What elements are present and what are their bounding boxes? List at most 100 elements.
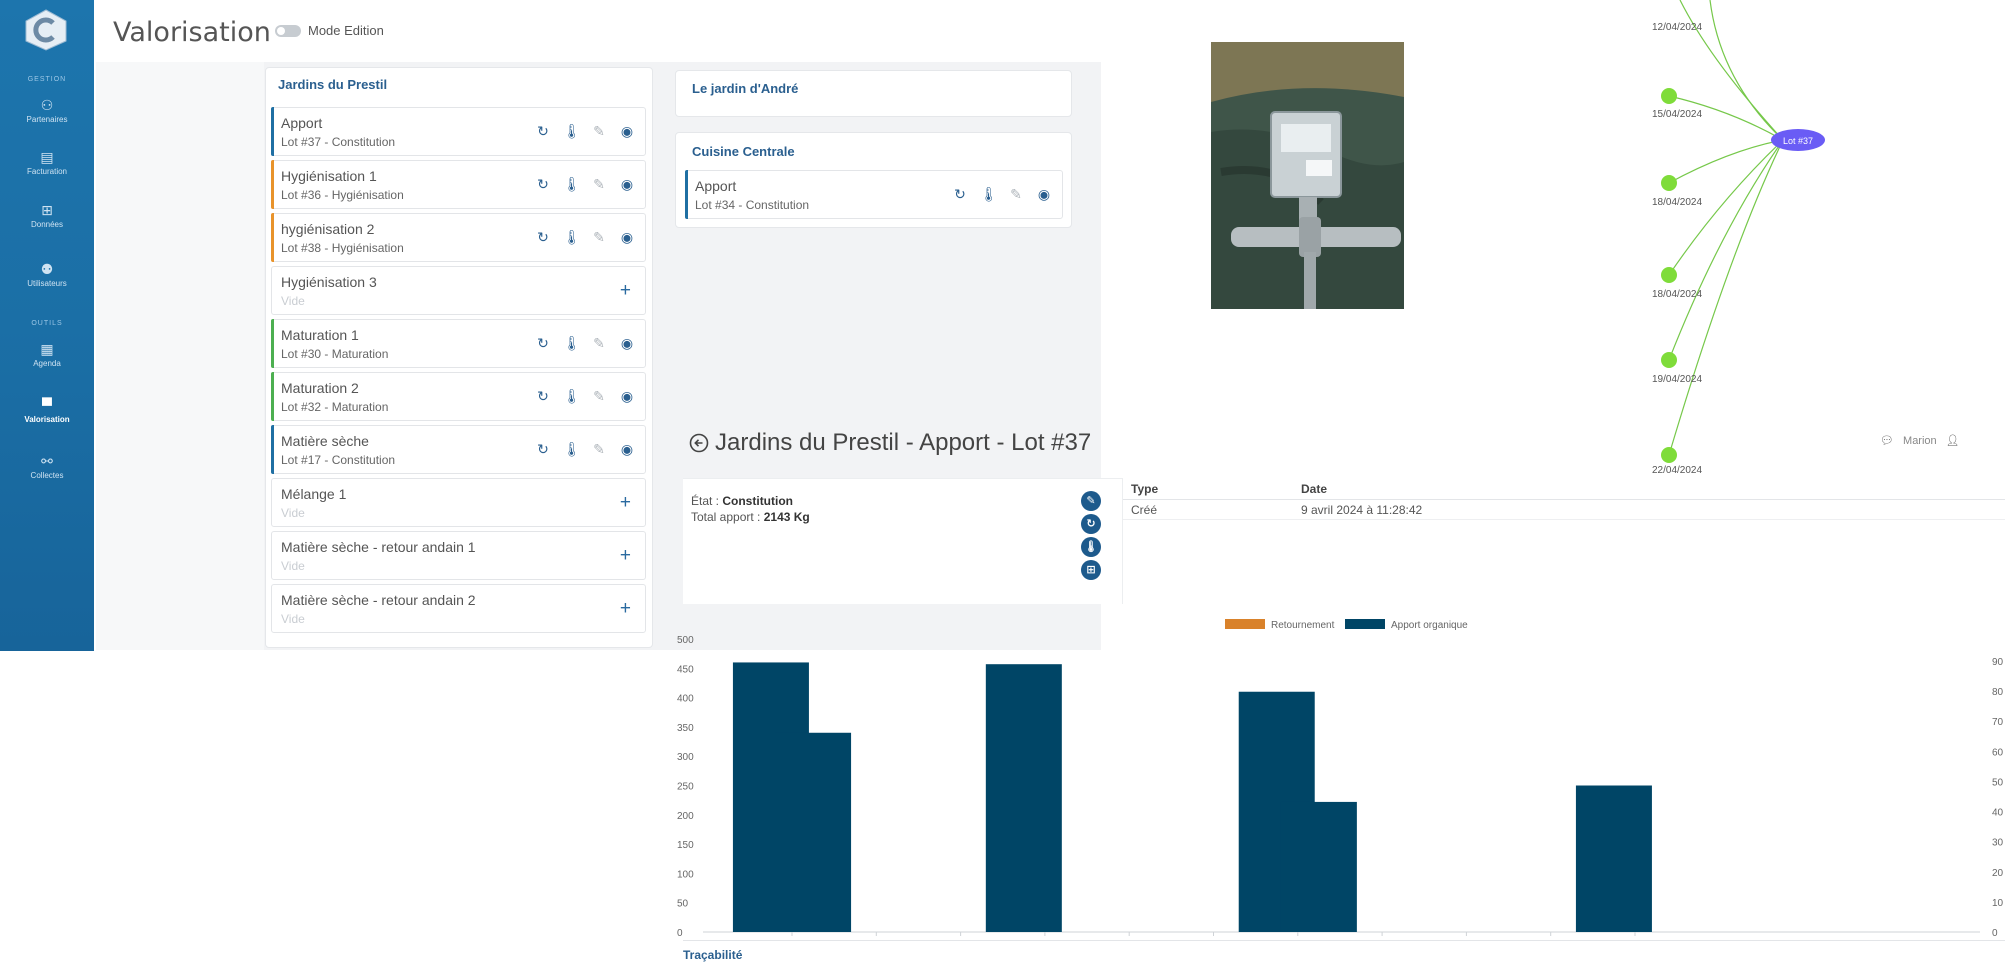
graph-node[interactable]	[1661, 88, 1677, 104]
column-header-date[interactable]: Date	[1301, 482, 1327, 496]
lot-card[interactable]: Maturation 1 Lot #30 - Maturation ↻ 🌡︎ ✎…	[271, 319, 646, 368]
add-lot-button[interactable]: +	[620, 599, 631, 618]
lot-card-empty[interactable]: Mélange 1 Vide +	[271, 478, 646, 527]
y2-tick-label: 90	[1992, 657, 2004, 668]
add-lot-button[interactable]: +	[620, 493, 631, 512]
app-logo-icon[interactable]	[22, 8, 70, 52]
lot-card[interactable]: Hygiénisation 1 Lot #36 - Hygiénisation …	[271, 160, 646, 209]
y2-tick-label: 40	[1992, 808, 2004, 819]
turn-icon[interactable]: ↻	[535, 123, 551, 139]
add-lot-button[interactable]: +	[620, 546, 631, 565]
thermometer-icon[interactable]: 🌡︎	[563, 388, 581, 404]
lot-card[interactable]: Maturation 2 Lot #32 - Maturation ↻ 🌡︎ ✎…	[271, 372, 646, 421]
graph-node[interactable]	[1661, 267, 1677, 283]
edit-icon[interactable]: ✎	[591, 229, 607, 245]
lot-detail: Vide	[281, 559, 305, 573]
turn-icon[interactable]: ↻	[535, 441, 551, 457]
lot-card-empty[interactable]: Hygiénisation 3 Vide +	[271, 266, 646, 315]
turn-icon[interactable]: ↻	[535, 176, 551, 192]
sidebar-item-partenaires[interactable]: ⚇ Partenaires	[0, 98, 94, 140]
cell-date: 9 avril 2024 à 11:28:42	[1301, 503, 1423, 517]
lot-detail: Lot #38 - Hygiénisation	[281, 241, 404, 255]
lot-name: Hygiénisation 1	[281, 168, 377, 184]
eye-icon[interactable]: ◉	[619, 123, 635, 139]
edit-icon[interactable]: ✎	[591, 123, 607, 139]
temperature-button[interactable]: 🌡︎	[1081, 537, 1101, 557]
lot-name: Hygiénisation 3	[281, 274, 377, 290]
sidebar-item-agenda[interactable]: ▦ Agenda	[0, 342, 94, 384]
user-name: Marion	[1903, 435, 1937, 447]
column-header-type[interactable]: Type	[1131, 482, 1158, 496]
bar-apport-organique	[985, 664, 1062, 932]
lot-card-empty[interactable]: Matière sèche - retour andain 2 Vide +	[271, 584, 646, 633]
lot-card-empty[interactable]: Matière sèche - retour andain 1 Vide +	[271, 531, 646, 580]
turn-icon[interactable]: ↻	[535, 335, 551, 351]
thermometer-icon[interactable]: 🌡︎	[563, 176, 581, 192]
thermometer-icon[interactable]: 🌡︎	[563, 335, 581, 351]
edit-icon[interactable]: ✎	[591, 388, 607, 404]
lot-state: État : Constitution	[691, 494, 794, 508]
edit-icon[interactable]: ✎	[1008, 186, 1024, 202]
lot-card[interactable]: hygiénisation 2 Lot #38 - Hygiénisation …	[271, 213, 646, 262]
eye-icon[interactable]: ◉	[1036, 186, 1052, 202]
thermometer-icon[interactable]: 🌡︎	[563, 229, 581, 245]
column-title: Jardins du Prestil	[278, 77, 388, 92]
y-tick-label: 100	[677, 869, 694, 880]
turn-icon[interactable]: ↻	[952, 186, 968, 202]
eye-icon[interactable]: ◉	[619, 229, 635, 245]
lot-name: Matière sèche - retour andain 1	[281, 539, 476, 555]
lot-total: Total apport : 2143 Kg	[691, 510, 810, 524]
lot-card[interactable]: Apport Lot #34 - Constitution ↻ 🌡︎ ✎ ◉	[685, 170, 1063, 219]
y2-tick-label: 80	[1992, 687, 2004, 698]
y2-tick-label: 20	[1992, 868, 2004, 879]
sidebar-item-utilisateurs[interactable]: ⚉ Utilisateurs	[0, 262, 94, 304]
sidebar-item-donnees[interactable]: ⊞ Données	[0, 203, 94, 245]
thermometer-icon[interactable]: 🌡︎	[980, 186, 998, 202]
eye-icon[interactable]: ◉	[619, 176, 635, 192]
sensor-photo	[1211, 42, 1404, 309]
graph-date-label: 18/04/2024	[1652, 289, 1702, 300]
table-header: Type Date	[1123, 478, 2005, 500]
graph-node[interactable]	[1661, 447, 1677, 463]
sidebar-item-facturation[interactable]: ▤ Facturation	[0, 150, 94, 192]
graph-date-label: 15/04/2024	[1652, 109, 1702, 120]
y-tick-label: 250	[677, 782, 694, 793]
lot-detail: Lot #36 - Hygiénisation	[281, 188, 404, 202]
sidebar-section-gestion: GESTION	[27, 76, 67, 83]
refresh-lot-button[interactable]: ↻	[1081, 514, 1101, 534]
eye-icon[interactable]: ◉	[619, 388, 635, 404]
mode-edition-label: Mode Edition	[308, 23, 384, 38]
graph-date-label: 22/04/2024	[1652, 465, 1702, 476]
thermometer-icon[interactable]: 🌡︎	[563, 123, 581, 139]
y2-tick-label: 70	[1992, 717, 2004, 728]
y-tick-label: 450	[677, 664, 694, 675]
table-view-button[interactable]: ⊞	[1081, 560, 1101, 580]
eye-icon[interactable]: ◉	[619, 335, 635, 351]
mode-edition-toggle[interactable]	[275, 25, 301, 37]
sidebar: GESTION ⚇ Partenaires ▤ Facturation ⊞ Do…	[0, 0, 94, 651]
edit-lot-button[interactable]: ✎	[1081, 491, 1101, 511]
lot-card[interactable]: Matière sèche Lot #17 - Constitution ↻ 🌡…	[271, 425, 646, 474]
chat-icon[interactable]: 💬︎	[1880, 435, 1894, 447]
lot-name: Maturation 2	[281, 380, 359, 396]
edit-icon[interactable]: ✎	[591, 176, 607, 192]
user-icon[interactable]: 👤︎	[1946, 435, 1960, 447]
edit-icon[interactable]: ✎	[591, 335, 607, 351]
partners-icon: ⚇	[40, 97, 54, 113]
lot-card[interactable]: Apport Lot #37 - Constitution ↻ 🌡︎ ✎ ◉	[271, 107, 646, 156]
back-arrow-icon[interactable]	[689, 433, 709, 453]
sidebar-item-valorisation[interactable]: ▀ Valorisation	[0, 398, 94, 440]
graph-node[interactable]	[1661, 352, 1677, 368]
users-icon: ⚉	[40, 261, 54, 277]
add-lot-button[interactable]: +	[620, 281, 631, 300]
user-area[interactable]: 💬︎ Marion 👤︎	[1880, 434, 1960, 447]
sidebar-section-outils: OUTILS	[31, 320, 63, 327]
y-tick-label: 500	[677, 635, 694, 646]
graph-node[interactable]	[1661, 175, 1677, 191]
sidebar-item-collectes[interactable]: ⚯ Collectes	[0, 454, 94, 496]
eye-icon[interactable]: ◉	[619, 441, 635, 457]
turn-icon[interactable]: ↻	[535, 229, 551, 245]
turn-icon[interactable]: ↻	[535, 388, 551, 404]
thermometer-icon[interactable]: 🌡︎	[563, 441, 581, 457]
edit-icon[interactable]: ✎	[591, 441, 607, 457]
